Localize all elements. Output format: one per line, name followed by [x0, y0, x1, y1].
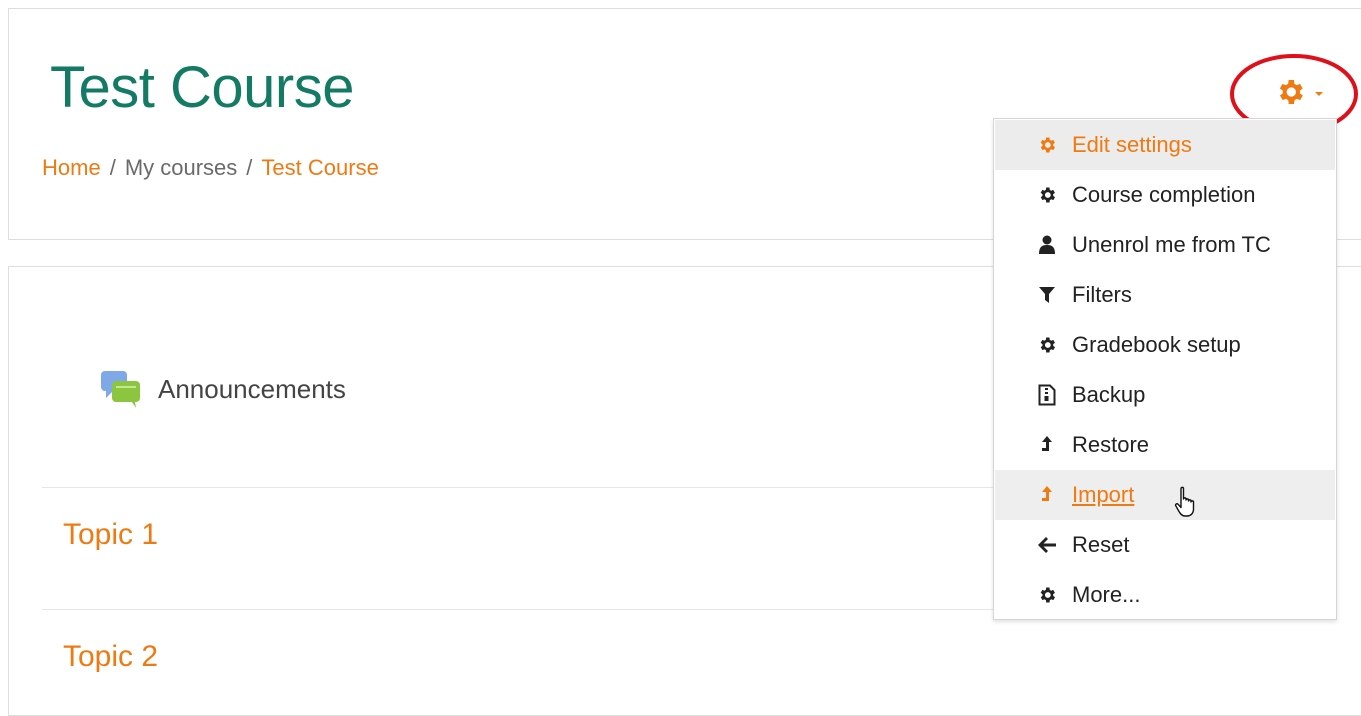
menu-item-label: Reset — [1072, 532, 1130, 557]
menu-item-label: Gradebook setup — [1072, 332, 1241, 357]
menu-item-more[interactable]: More... — [995, 570, 1335, 620]
announcements-link[interactable]: Announcements — [158, 374, 346, 405]
section-divider — [42, 487, 1042, 488]
menu-item-label: Filters — [1072, 282, 1132, 307]
level-up-icon — [1036, 434, 1058, 456]
course-settings-menu: Edit settings Course completion Unenrol … — [993, 118, 1337, 620]
menu-item-unenrol[interactable]: Unenrol me from TC — [995, 220, 1335, 270]
chevron-down-icon — [1315, 92, 1323, 96]
menu-item-course-completion[interactable]: Course completion — [995, 170, 1335, 220]
menu-item-label: Edit settings — [1072, 132, 1192, 157]
gear-icon — [1036, 134, 1058, 156]
breadcrumb-course-link[interactable]: Test Course — [261, 155, 378, 180]
level-up-icon — [1036, 484, 1058, 506]
gear-icon — [1036, 184, 1058, 206]
announcements-activity[interactable]: Announcements — [100, 370, 346, 408]
page-title: Test Course — [50, 55, 354, 120]
topic-2-heading[interactable]: Topic 2 — [63, 640, 158, 674]
breadcrumb-separator: / — [109, 155, 116, 180]
breadcrumb-separator: / — [246, 155, 253, 180]
gear-icon — [1036, 334, 1058, 356]
menu-item-edit-settings[interactable]: Edit settings — [995, 120, 1335, 170]
gear-icon — [1036, 584, 1058, 606]
forum-icon — [100, 370, 142, 408]
section-divider — [42, 609, 1042, 610]
menu-item-label: Import — [1072, 482, 1135, 507]
breadcrumb: Home / My courses / Test Course — [42, 154, 379, 182]
menu-item-label: Restore — [1072, 432, 1150, 457]
topic-1-heading[interactable]: Topic 1 — [63, 518, 158, 552]
arrow-left-icon — [1036, 534, 1058, 556]
menu-item-filters[interactable]: Filters — [995, 270, 1335, 320]
gear-icon — [1274, 76, 1306, 108]
filter-icon — [1036, 284, 1058, 306]
breadcrumb-home-link[interactable]: Home — [42, 155, 101, 180]
menu-item-label: Backup — [1072, 382, 1146, 407]
menu-item-restore[interactable]: Restore — [995, 420, 1335, 470]
user-icon — [1036, 234, 1058, 256]
menu-item-backup[interactable]: Backup — [995, 370, 1335, 420]
file-archive-icon — [1036, 384, 1058, 406]
menu-item-label: Unenrol me from TC — [1072, 232, 1271, 257]
menu-item-label: More... — [1072, 582, 1141, 607]
menu-item-label: Course completion — [1072, 182, 1256, 207]
menu-item-reset[interactable]: Reset — [995, 520, 1335, 570]
breadcrumb-my-courses: My courses — [124, 155, 238, 180]
menu-item-gradebook-setup[interactable]: Gradebook setup — [995, 320, 1335, 370]
menu-item-import[interactable]: Import — [995, 470, 1335, 520]
course-settings-toggle[interactable] — [1274, 76, 1338, 108]
